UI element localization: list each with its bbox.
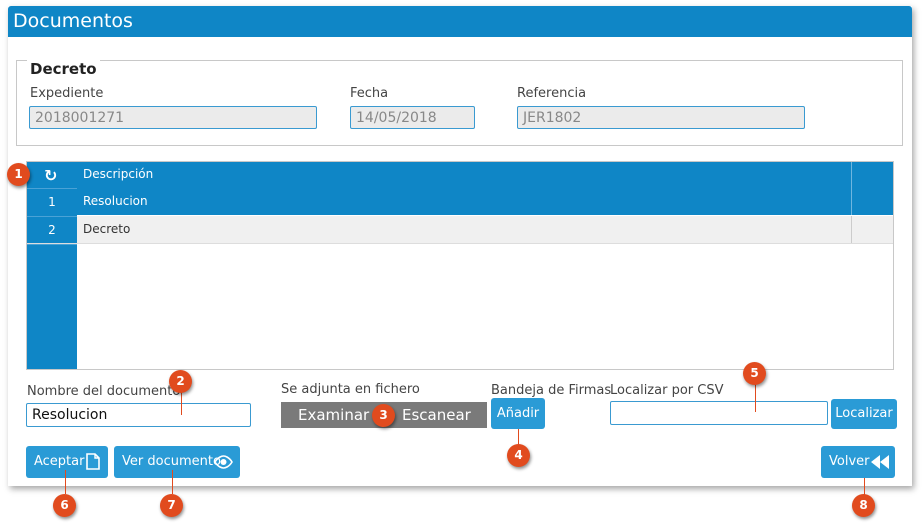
examinar-button[interactable]: Examinar — [298, 406, 369, 424]
title-bar: Documentos — [8, 6, 912, 37]
callout-7-badge: 7 — [160, 494, 183, 517]
escanear-button[interactable]: Escanear — [402, 406, 471, 424]
table-row[interactable]: 2 Decreto — [27, 216, 893, 245]
localizar-button[interactable]: Localizar — [831, 399, 897, 429]
header-divider — [851, 162, 852, 188]
callout-2-leader — [181, 392, 182, 415]
row-tail-cell — [851, 216, 893, 243]
row-number: 1 — [27, 188, 77, 216]
fecha-label: Fecha — [350, 86, 389, 101]
csv-input[interactable] — [610, 401, 828, 425]
refresh-icon[interactable]: ↻ — [44, 166, 57, 185]
callout-4-badge: 4 — [507, 444, 530, 467]
adjunta-label: Se adjunta en fichero — [281, 382, 420, 397]
window-title: Documentos — [13, 10, 133, 32]
row-number: 2 — [27, 216, 77, 245]
row-tail-cell — [851, 188, 893, 215]
callout-1-badge: 1 — [7, 163, 30, 186]
aceptar-label: Aceptar — [34, 454, 85, 469]
referencia-label: Referencia — [517, 86, 587, 101]
callout-5-badge: 5 — [743, 362, 766, 385]
csv-label: Localizar por CSV — [610, 383, 724, 398]
row-descripcion[interactable]: Resolucion — [77, 188, 851, 215]
eye-icon — [214, 455, 233, 469]
volver-button[interactable]: Volver — [821, 446, 895, 478]
fecha-field[interactable]: 14/05/2018 — [350, 106, 475, 129]
nombre-input[interactable]: Resolucion — [26, 403, 251, 427]
documents-grid: ↻ Descripción 1 Resolucion 2 Decreto — [26, 161, 894, 370]
ver-documento-label: Ver documento — [122, 454, 221, 469]
decreto-fieldset — [16, 60, 903, 146]
callout-2-badge: 2 — [169, 370, 192, 393]
callout-6-badge: 6 — [53, 494, 76, 517]
volver-label: Volver — [829, 454, 870, 469]
row-descripcion[interactable]: Decreto — [77, 216, 851, 243]
callout-3-badge: 3 — [372, 404, 395, 427]
grid-header: Descripción — [77, 162, 893, 189]
column-header-descripcion[interactable]: Descripción — [83, 167, 153, 181]
callout-6-leader — [65, 470, 66, 494]
document-icon — [86, 453, 100, 470]
rewind-icon — [871, 455, 889, 469]
callout-5-leader — [755, 384, 756, 412]
decreto-legend: Decreto — [27, 60, 100, 78]
bandeja-label: Bandeja de Firmas — [491, 383, 612, 398]
aceptar-button[interactable]: Aceptar — [26, 446, 108, 478]
callout-8-badge: 8 — [852, 494, 875, 517]
anadir-button[interactable]: Añadir — [491, 398, 545, 429]
nombre-label: Nombre del documento — [27, 384, 181, 399]
table-row[interactable]: 1 Resolucion — [27, 188, 893, 215]
callout-7-leader — [172, 470, 173, 494]
expediente-label: Expediente — [30, 86, 104, 101]
referencia-field[interactable]: JER1802 — [517, 106, 805, 129]
expediente-field[interactable]: 2018001271 — [29, 106, 317, 129]
ver-documento-button[interactable]: Ver documento — [114, 446, 240, 478]
